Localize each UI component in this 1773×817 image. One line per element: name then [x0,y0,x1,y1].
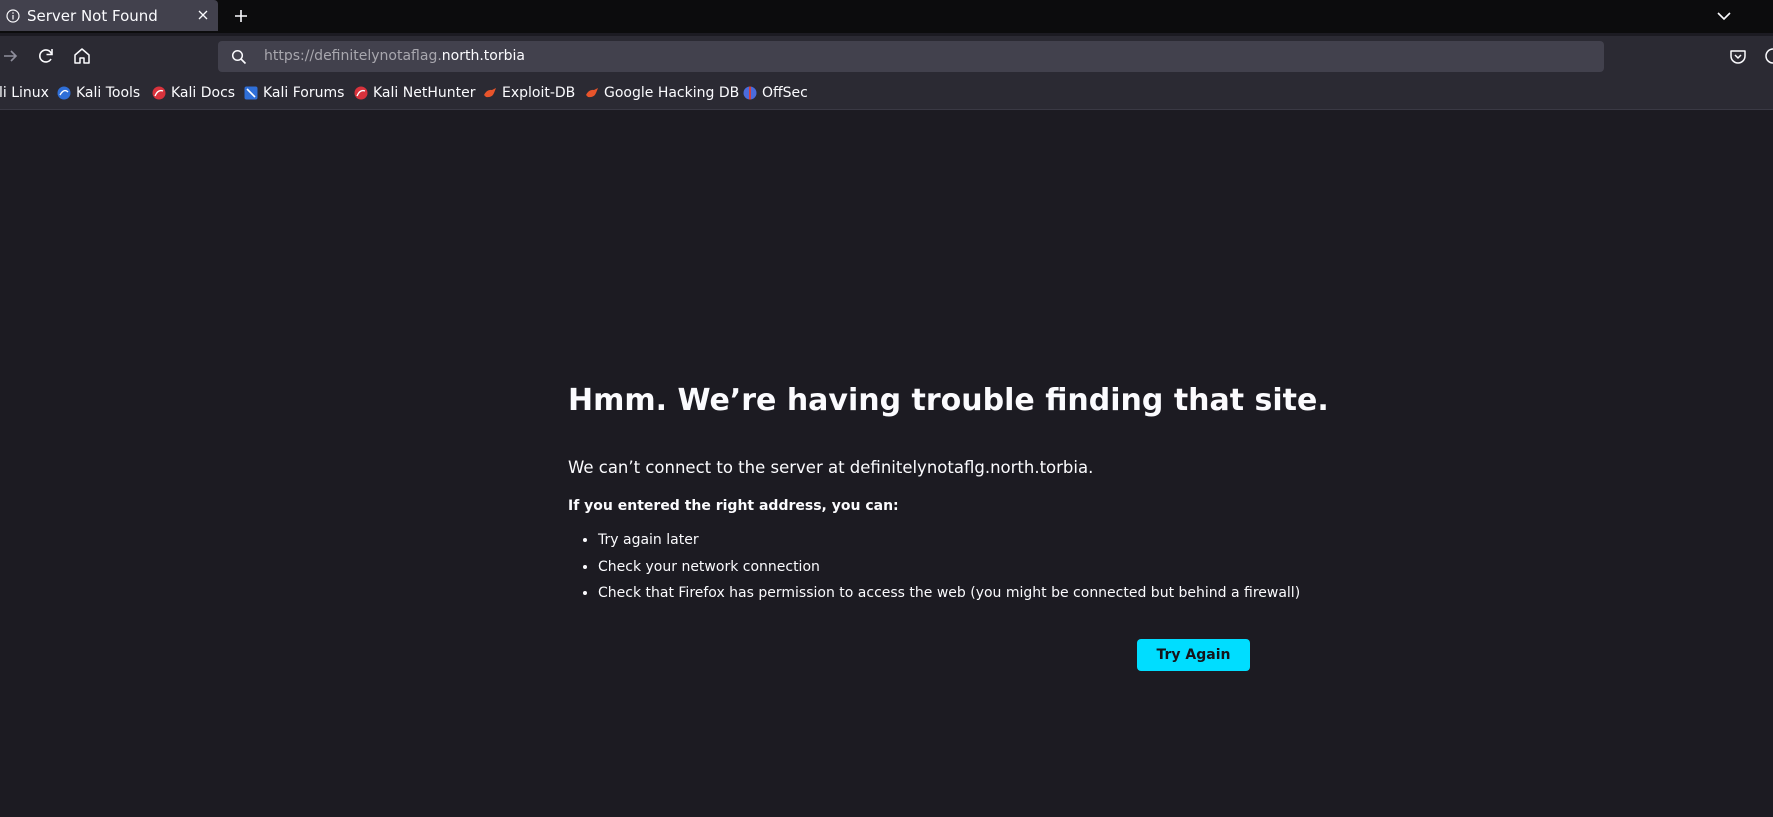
forward-icon[interactable] [1,46,21,66]
error-page: Hmm. We’re having trouble finding that s… [0,110,1773,817]
bookmark-label: Kali NetHunter [373,85,476,101]
list-item: Try again later [598,530,1300,557]
account-icon[interactable] [1763,46,1773,66]
bookmark-google-hacking-db[interactable]: Google Hacking DB [585,84,739,102]
bookmark-exploit-db[interactable]: Exploit-DB [483,84,575,102]
url-host: north.torbia [441,48,525,64]
suggestions-list: Try again later Check your network conne… [568,530,1300,610]
bookmark-kali-linux[interactable]: li Linux [0,84,49,102]
tab-server-not-found[interactable]: Server Not Found [0,0,218,31]
bookmarks-bar: li Linux Kali Tools Kali Docs Kali Forum… [0,76,1773,110]
bookmark-label: Kali Docs [171,85,236,101]
search-icon [231,49,247,65]
bookmark-kali-tools[interactable]: Kali Tools [57,84,140,102]
list-item: Check your network connection [598,557,1300,584]
kali-forums-icon [244,86,258,100]
nav-toolbar: https://definitelynotaflag.north.torbia [0,36,1773,76]
pocket-icon[interactable] [1728,46,1748,66]
url-bar[interactable]: https://definitelynotaflag.north.torbia [218,41,1604,72]
page-title: Hmm. We’re having trouble finding that s… [568,383,1329,418]
try-again-button[interactable]: Try Again [1137,639,1250,671]
bookmark-label: Google Hacking DB [604,85,740,101]
exploit-db-icon [484,88,496,98]
bookmark-label: Exploit-DB [502,85,576,101]
kali-nethunter-icon [354,86,368,100]
bookmark-label: Kali Tools [76,85,141,101]
new-tab-icon[interactable] [232,7,250,25]
suggestions-heading: If you entered the right address, you ca… [568,498,899,514]
bookmark-label: OffSec [762,85,808,101]
tab-strip: Server Not Found [0,0,1773,33]
bookmark-kali-forums[interactable]: Kali Forums [244,84,344,102]
url-text[interactable]: https://definitelynotaflag.north.torbia [264,48,525,64]
chevron-down-icon[interactable] [1715,7,1733,25]
bookmark-label: Kali Forums [263,85,345,101]
bookmark-offsec[interactable]: OffSec [743,84,808,102]
kali-tools-icon [57,86,71,100]
bookmark-kali-nethunter[interactable]: Kali NetHunter [354,84,475,102]
kali-docs-icon [152,86,166,100]
info-icon [6,9,20,23]
home-icon[interactable] [72,46,92,66]
ghdb-icon [586,88,598,98]
list-item: Check that Firefox has permission to acc… [598,583,1300,610]
bookmark-kali-docs[interactable]: Kali Docs [152,84,235,102]
error-description: We can’t connect to the server at defini… [568,458,1094,477]
tab-title: Server Not Found [27,7,158,25]
bookmark-label: li Linux [0,85,49,101]
offsec-icon [743,86,757,100]
close-tab-icon[interactable] [196,8,210,22]
url-scheme-path: https://definitelynotaflag. [264,48,442,64]
reload-icon[interactable] [36,46,56,66]
